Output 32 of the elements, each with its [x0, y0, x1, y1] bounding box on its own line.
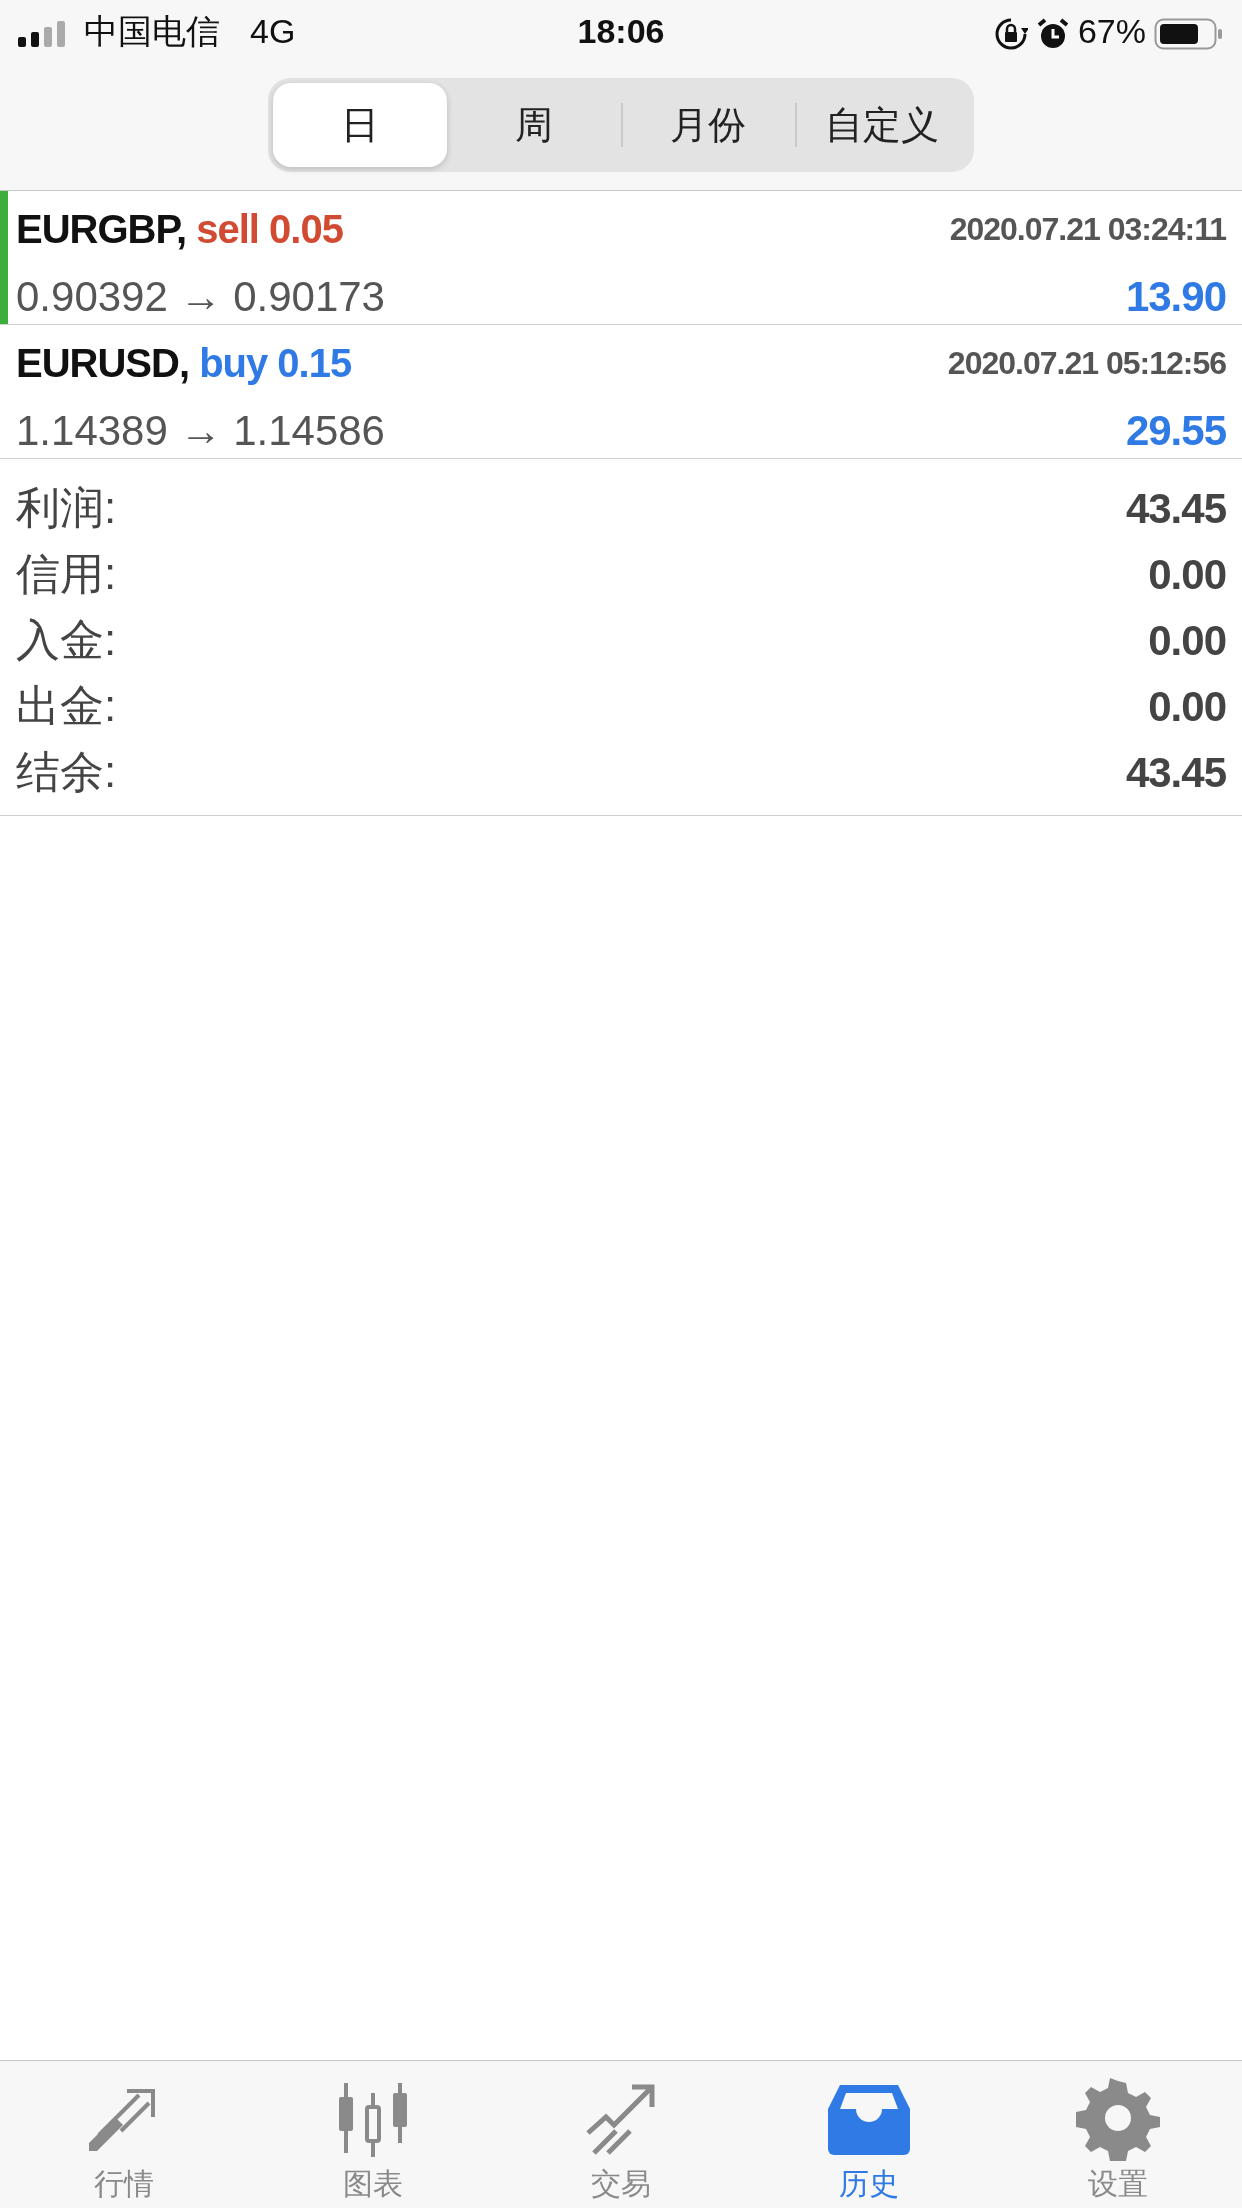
- summary-value: 43.45: [1125, 483, 1226, 534]
- summary-label: 结余:: [16, 746, 117, 798]
- trade-profit: 29.55: [1125, 406, 1226, 456]
- tab-bar-item[interactable]: 交易: [496, 2061, 746, 2208]
- settings-icon: [1074, 2075, 1161, 2161]
- trade-time: 2020.07.21 05:12:56: [947, 344, 1226, 383]
- period-tab[interactable]: 月份: [621, 83, 795, 167]
- trade-title: EURGBP, sell 0.05: [16, 206, 343, 253]
- summary-value: 0.00: [1148, 681, 1226, 732]
- tab-bar-item[interactable]: 设置: [993, 2061, 1242, 2208]
- summary-value: 43.45: [1125, 747, 1226, 798]
- period-tab[interactable]: 周: [447, 83, 621, 167]
- trade-time: 2020.07.21 03:24:11: [949, 210, 1226, 249]
- trade-prices: 0.90392 → 0.90173: [16, 272, 385, 322]
- clock-time: 18:06: [577, 10, 665, 52]
- network-type: 4G: [250, 10, 296, 52]
- trade-profit: 13.90: [1125, 272, 1226, 322]
- summary-label: 入金:: [16, 614, 117, 666]
- tab-bar-item[interactable]: 图表: [248, 2061, 497, 2208]
- summary-label: 出金:: [16, 680, 117, 732]
- trade-title: EURUSD, buy 0.15: [16, 340, 352, 387]
- summary-value: 0.00: [1148, 549, 1226, 600]
- summary-value: 0.00: [1148, 615, 1226, 666]
- summary-label: 利润:: [16, 482, 117, 534]
- trade-prices: 1.14389 → 1.14586: [16, 406, 385, 456]
- tab-bar-item[interactable]: 行情: [0, 2061, 249, 2208]
- carrier-name: 中国电信: [84, 10, 220, 52]
- period-tab[interactable]: 日: [273, 83, 447, 167]
- summary-label: 信用:: [16, 548, 117, 600]
- battery-percent: 67%: [1077, 10, 1146, 52]
- period-tab[interactable]: 自定义: [795, 83, 969, 167]
- tab-bar-item[interactable]: 历史: [745, 2061, 994, 2208]
